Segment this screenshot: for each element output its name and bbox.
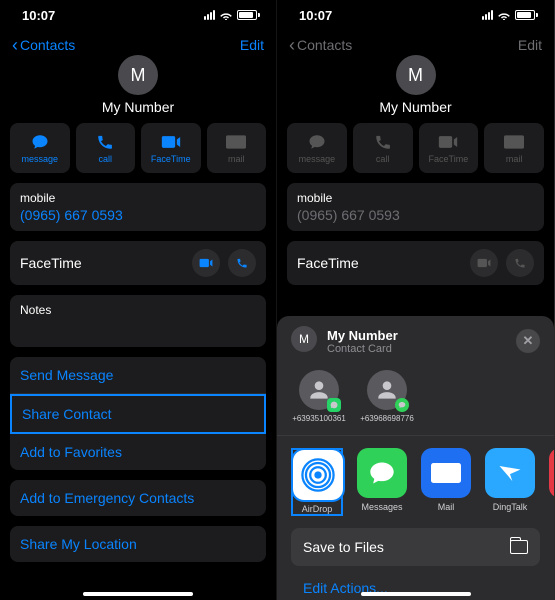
airdrop-app[interactable]: AirDrop bbox=[291, 448, 343, 516]
notes-card[interactable]: Notes bbox=[10, 295, 266, 347]
avatar[interactable]: M bbox=[118, 55, 158, 95]
message-button: message bbox=[287, 123, 347, 173]
contact-name: My Number bbox=[277, 99, 554, 115]
facetime-audio-button bbox=[506, 249, 534, 277]
wifi-icon bbox=[497, 10, 511, 20]
back-label: Contacts bbox=[20, 37, 75, 53]
sheet-header: M My Number Contact Card ✕ bbox=[277, 326, 554, 368]
contact-name: My Number bbox=[0, 99, 276, 115]
apps-row: AirDrop Messages Mail DingTalk bbox=[277, 448, 554, 528]
actions-list-2: Add to Emergency Contacts bbox=[10, 480, 266, 516]
sheet-title: My Number bbox=[327, 328, 506, 343]
contact-header: M My Number bbox=[277, 55, 554, 115]
quick-actions: message call FaceTime mail bbox=[0, 123, 276, 173]
mobile-value: (0965) 667 0593 bbox=[20, 207, 256, 223]
suggested-contact-1[interactable]: +63935100361 bbox=[291, 370, 347, 423]
call-button: call bbox=[353, 123, 413, 173]
sheet-subtitle: Contact Card bbox=[327, 343, 506, 355]
edit-button[interactable]: Edit bbox=[240, 37, 264, 53]
facetime-button: FaceTime bbox=[419, 123, 479, 173]
message-button[interactable]: message bbox=[10, 123, 70, 173]
cell-signal-icon bbox=[482, 10, 493, 20]
video-icon bbox=[438, 133, 458, 151]
mail-app[interactable]: Mail bbox=[421, 448, 471, 516]
dingtalk-icon bbox=[485, 448, 535, 498]
mobile-card: mobile (0965) 667 0593 bbox=[287, 183, 544, 231]
chevron-left-icon: ‹ bbox=[289, 36, 295, 54]
mobile-card[interactable]: mobile (0965) 667 0593 bbox=[10, 183, 266, 231]
close-button[interactable]: ✕ bbox=[516, 329, 540, 353]
notes-label: Notes bbox=[20, 303, 256, 317]
save-to-files-item[interactable]: Save to Files bbox=[291, 528, 540, 566]
suggested-contacts: +63935100361 +63968698776 bbox=[277, 368, 554, 436]
phone-icon bbox=[373, 133, 393, 151]
back-button: ‹ Contacts bbox=[289, 36, 352, 54]
back-button[interactable]: ‹ Contacts bbox=[12, 36, 75, 54]
facetime-audio-button[interactable] bbox=[228, 249, 256, 277]
status-bar: 10:07 bbox=[277, 0, 554, 30]
status-bar: 10:07 bbox=[0, 0, 276, 30]
messages-app[interactable]: Messages bbox=[357, 448, 407, 516]
whatsapp-badge-icon bbox=[327, 398, 341, 412]
status-time: 10:07 bbox=[22, 8, 55, 23]
close-icon: ✕ bbox=[523, 333, 534, 349]
dingtalk-app[interactable]: DingTalk bbox=[485, 448, 535, 516]
mail-button: mail bbox=[484, 123, 544, 173]
home-indicator[interactable] bbox=[83, 592, 193, 596]
sheet-avatar: M bbox=[291, 326, 317, 352]
next-app-partial[interactable] bbox=[549, 448, 554, 516]
facetime-card: FaceTime bbox=[10, 241, 266, 285]
share-contact-item[interactable]: Share Contact bbox=[10, 394, 266, 434]
mobile-label: mobile bbox=[297, 191, 534, 205]
mobile-label: mobile bbox=[20, 191, 256, 205]
call-button[interactable]: call bbox=[76, 123, 136, 173]
messages-app-icon bbox=[357, 448, 407, 498]
screenshot-right: 10:07 ‹ Contacts Edit M My Number messag… bbox=[277, 0, 554, 600]
contact-number: +63968698776 bbox=[359, 414, 415, 423]
actions-list-1: Send Message Share Contact Add to Favori… bbox=[10, 357, 266, 470]
share-sheet: M My Number Contact Card ✕ +63935100361 bbox=[277, 316, 554, 600]
screenshot-left: 10:07 ‹ Contacts Edit M My Number messag… bbox=[0, 0, 277, 600]
mail-icon bbox=[226, 133, 246, 151]
cell-signal-icon bbox=[204, 10, 215, 20]
contact-header: M My Number bbox=[0, 55, 276, 115]
mail-button: mail bbox=[207, 123, 267, 173]
message-icon bbox=[30, 133, 50, 151]
messages-badge-icon bbox=[395, 398, 409, 412]
suggested-contact-2[interactable]: +63968698776 bbox=[359, 370, 415, 423]
edit-actions-item[interactable]: Edit Actions... bbox=[277, 574, 554, 600]
message-icon bbox=[307, 133, 327, 151]
video-icon bbox=[161, 133, 181, 151]
back-label: Contacts bbox=[297, 37, 352, 53]
facetime-video-button bbox=[470, 249, 498, 277]
battery-icon bbox=[515, 10, 538, 20]
contact-number: +63935100361 bbox=[291, 414, 347, 423]
emergency-item[interactable]: Add to Emergency Contacts bbox=[10, 480, 266, 516]
mail-app-icon bbox=[421, 448, 471, 498]
wifi-icon bbox=[219, 10, 233, 20]
edit-button: Edit bbox=[518, 37, 542, 53]
facetime-button[interactable]: FaceTime bbox=[141, 123, 201, 173]
mail-icon bbox=[504, 133, 524, 151]
phone-icon bbox=[95, 133, 115, 151]
folder-icon bbox=[510, 540, 528, 554]
chevron-left-icon: ‹ bbox=[12, 36, 18, 54]
facetime-label: FaceTime bbox=[20, 255, 82, 271]
status-time: 10:07 bbox=[299, 8, 332, 23]
quick-actions: message call FaceTime mail bbox=[277, 123, 554, 173]
facetime-video-button[interactable] bbox=[192, 249, 220, 277]
send-message-item[interactable]: Send Message bbox=[10, 357, 266, 394]
actions-list-3: Share My Location bbox=[10, 526, 266, 562]
mobile-value: (0965) 667 0593 bbox=[297, 207, 534, 223]
avatar: M bbox=[396, 55, 436, 95]
battery-icon bbox=[237, 10, 260, 20]
add-favorites-item[interactable]: Add to Favorites bbox=[10, 434, 266, 470]
facetime-label: FaceTime bbox=[297, 255, 359, 271]
home-indicator[interactable] bbox=[361, 592, 471, 596]
share-location-item[interactable]: Share My Location bbox=[10, 526, 266, 562]
facetime-card: FaceTime bbox=[287, 241, 544, 285]
airdrop-icon bbox=[293, 450, 343, 500]
